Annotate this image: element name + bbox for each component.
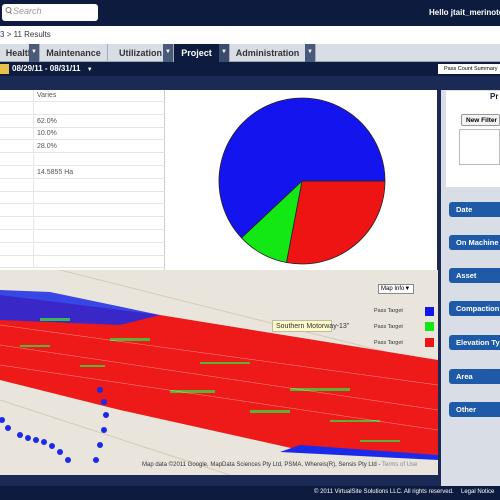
- map-info-label: Map Info: [381, 286, 405, 292]
- map-info-button[interactable]: Map Info▼: [378, 284, 414, 294]
- filter-list[interactable]: [459, 129, 500, 165]
- search-input[interactable]: Search: [2, 4, 98, 21]
- table-row: [0, 154, 165, 166]
- column-divider: [33, 115, 34, 128]
- date-bar: 08/29/11 - 08/31/11 ▼ Pass Count Summary: [0, 62, 500, 76]
- table-row: [0, 179, 165, 192]
- footer: © 2011 VirtualSite Solutions LLC. All ri…: [0, 486, 500, 500]
- chevron-down-icon[interactable]: ▼: [305, 44, 315, 62]
- filter-date-button[interactable]: Date: [449, 202, 500, 217]
- column-divider: [33, 102, 34, 115]
- search-placeholder: Search: [13, 6, 42, 16]
- search-icon: [5, 7, 12, 15]
- table-row: [0, 243, 165, 256]
- table-row: [0, 102, 165, 115]
- table-row: Varies: [0, 90, 165, 102]
- filter-other-button[interactable]: Other: [449, 402, 500, 417]
- chevron-down-icon: ▼: [86, 67, 93, 73]
- tab-administration[interactable]: Administration ▼: [230, 44, 316, 62]
- calendar-icon[interactable]: [0, 64, 9, 74]
- tab-health[interactable]: Health ▼: [0, 44, 40, 62]
- column-divider: [33, 256, 34, 269]
- table-cell: Varies: [37, 92, 57, 99]
- table-cell: 10.0%: [37, 130, 57, 138]
- legend-label: Pass Target: [374, 308, 403, 314]
- tab-maintenance[interactable]: Maintenance: [40, 44, 108, 62]
- table-row: 62.0%: [0, 115, 165, 128]
- legal-notice-link[interactable]: Legal Notice: [461, 489, 494, 495]
- table-row: 14.5855 Ha: [0, 166, 165, 179]
- column-divider: [33, 230, 34, 243]
- tab-label: Utilization: [119, 48, 162, 58]
- date-range-selector[interactable]: 08/29/11 - 08/31/11 ▼: [12, 64, 93, 73]
- chevron-down-icon: ▼: [404, 286, 411, 292]
- coverage-map[interactable]: [0, 270, 438, 475]
- road-label: Southern Motorway-13": [272, 320, 349, 332]
- legend-label: Pass Target: [374, 340, 403, 346]
- legend-swatch-blue: [425, 307, 434, 316]
- table-row: 28.0%: [0, 141, 165, 154]
- filter-area-button[interactable]: Area: [449, 369, 500, 384]
- summary-table: Varies 62.0% 10.0% 28.0% 14.5855 Ha: [0, 90, 165, 270]
- footer-copyright: © 2011 VirtualSite Solutions LLC. All ri…: [314, 489, 454, 495]
- filter-asset-button[interactable]: Asset: [449, 268, 500, 283]
- tab-label: Project: [181, 48, 212, 58]
- pie-slice-red[interactable]: [285, 180, 386, 265]
- table-cell: 14.5855 Ha: [37, 168, 74, 176]
- top-bar: Search Hello jtait_merinote: [0, 0, 500, 26]
- filter-compaction-button[interactable]: Compaction: [449, 301, 500, 316]
- chevron-down-icon[interactable]: ▼: [29, 44, 39, 62]
- terms-of-use-link[interactable]: Terms of Use: [382, 462, 417, 468]
- table-row: 10.0%: [0, 128, 165, 141]
- column-divider: [33, 243, 34, 256]
- table-row: [0, 230, 165, 243]
- table-row: [0, 218, 165, 230]
- table-row: [0, 205, 165, 218]
- table-row: [0, 256, 165, 269]
- legend-swatch-green: [425, 322, 434, 331]
- new-filter-button[interactable]: New Filter: [461, 114, 500, 126]
- map-attribution: Map data ©2011 Google, MapData Sciences …: [142, 462, 418, 468]
- map-copyright: Map data ©2011 Google, MapData Sciences …: [142, 462, 377, 468]
- pass-count-pie-chart: [165, 90, 437, 270]
- legend-label: Pass Target: [374, 324, 403, 330]
- user-greeting[interactable]: Hello jtait_merinote: [429, 8, 500, 17]
- tab-project[interactable]: Project ▼: [174, 44, 230, 62]
- table-cell: 28.0%: [37, 143, 57, 151]
- column-divider: [33, 166, 34, 179]
- column-divider: [33, 179, 34, 192]
- tab-utilization[interactable]: Utilization ▼: [108, 44, 174, 62]
- tab-label: Maintenance: [46, 48, 101, 58]
- map-coverage-layer: [0, 270, 438, 475]
- filter-on-machine-button[interactable]: On Machine: [449, 235, 500, 250]
- column-divider: [33, 128, 34, 141]
- table-cell: 62.0%: [37, 117, 57, 125]
- pass-count-summary-button[interactable]: Pass Count Summary: [438, 64, 500, 74]
- column-divider: [33, 218, 34, 230]
- column-divider: [33, 205, 34, 218]
- breadcrumb-separator: >: [6, 30, 12, 39]
- table-row: [0, 192, 165, 205]
- date-range: 08/29/11 - 08/31/11: [12, 64, 81, 73]
- chevron-down-icon[interactable]: ▼: [163, 44, 173, 62]
- filter-elevation-type-button[interactable]: Elevation Ty: [449, 335, 500, 350]
- column-divider: [33, 90, 34, 102]
- tab-label: Administration: [235, 48, 300, 58]
- column-divider: [33, 192, 34, 205]
- legend-swatch-red: [425, 338, 434, 347]
- breadcrumb: 3 > 11 Results: [0, 26, 500, 44]
- breadcrumb-item[interactable]: 3: [0, 30, 4, 39]
- results-count: 11 Results: [13, 30, 51, 39]
- column-divider: [33, 141, 34, 154]
- column-divider: [33, 154, 34, 166]
- main-tabs: Health ▼ Maintenance Utilization ▼ Proje…: [0, 44, 500, 62]
- chevron-down-icon[interactable]: ▼: [219, 44, 229, 62]
- panel-title: Pr: [490, 92, 499, 101]
